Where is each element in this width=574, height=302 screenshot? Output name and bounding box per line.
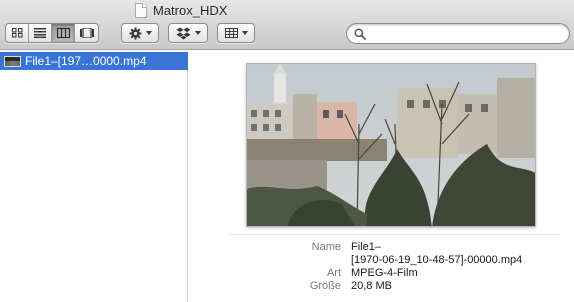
column-view-icon xyxy=(56,28,70,38)
preview-pane: Name File1– [1970-06-19_10-48-57]-00000.… xyxy=(189,51,574,302)
search-field[interactable] xyxy=(346,23,570,44)
action-menu-button[interactable] xyxy=(121,23,159,43)
view-mode-selector xyxy=(5,23,99,43)
info-value: [1970-06-19_10-48-57]-00000.mp4 xyxy=(351,254,523,266)
cover-flow-icon xyxy=(79,28,94,38)
info-value: File1– xyxy=(351,241,381,253)
info-value: MPEG-4-Film xyxy=(351,267,418,279)
gear-icon xyxy=(129,27,141,39)
video-file-icon xyxy=(4,55,21,67)
video-thumbnail[interactable] xyxy=(246,63,536,227)
info-row-size: Größe 20,8 MB xyxy=(189,280,574,293)
info-value: 20,8 MB xyxy=(351,280,392,292)
file-column: File1–[197…0000.mp4 xyxy=(0,51,188,302)
dropbox-menu-button[interactable] xyxy=(168,23,208,43)
info-row-kind: Art MPEG-4-Film xyxy=(189,267,574,280)
icon-view-button[interactable] xyxy=(6,24,29,42)
arrange-grid-icon xyxy=(224,28,238,38)
arrange-menu-button[interactable] xyxy=(217,23,255,43)
dropbox-icon xyxy=(176,27,190,39)
video-preview-image xyxy=(247,64,535,226)
list-item[interactable]: File1–[197…0000.mp4 xyxy=(0,52,188,70)
list-view-button[interactable] xyxy=(29,24,52,42)
info-key: Name xyxy=(311,241,341,253)
info-key: Art xyxy=(326,267,341,279)
chevron-down-icon xyxy=(145,31,152,35)
info-row-name-cont: [1970-06-19_10-48-57]-00000.mp4 xyxy=(189,254,574,267)
file-name-label: File1–[197…0000.mp4 xyxy=(25,54,147,68)
file-info: Name File1– [1970-06-19_10-48-57]-00000.… xyxy=(189,241,574,293)
finder-toolbar: Matrox_HDX xyxy=(0,0,574,50)
chevron-down-icon xyxy=(194,31,201,35)
list-view-icon xyxy=(34,28,46,38)
icon-view-icon xyxy=(11,28,22,38)
info-key xyxy=(189,254,351,267)
window-title-bar: Matrox_HDX xyxy=(135,0,227,20)
column-view-button[interactable] xyxy=(52,24,75,42)
chevron-down-icon xyxy=(241,31,248,35)
divider xyxy=(229,234,559,235)
document-icon xyxy=(135,2,147,18)
window-title: Matrox_HDX xyxy=(153,2,228,18)
search-icon xyxy=(354,27,366,40)
cover-flow-button[interactable] xyxy=(75,24,98,42)
info-row-name: Name File1– xyxy=(189,241,574,254)
info-key: Größe xyxy=(309,280,341,292)
search-input[interactable] xyxy=(370,26,560,41)
